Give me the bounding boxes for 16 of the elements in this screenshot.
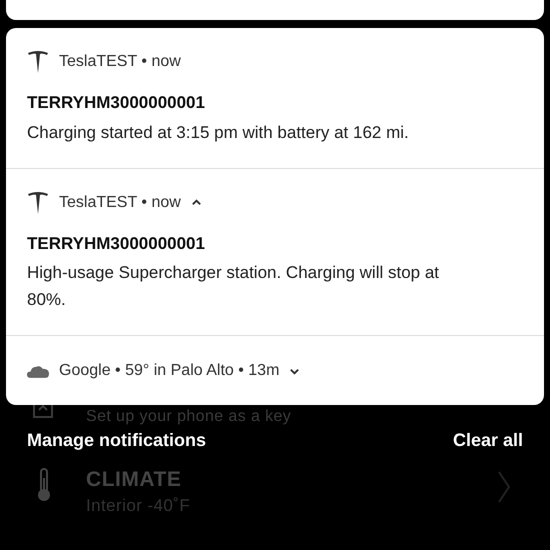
weather-summary: Google • 59° in Palo Alto • 13m bbox=[59, 361, 280, 381]
phone-icon bbox=[33, 404, 53, 418]
thermometer-icon bbox=[37, 468, 51, 502]
notification-body: Charging started at 3:15 pm with battery at 162 mi. bbox=[27, 122, 410, 144]
t-logo-icon bbox=[27, 190, 49, 214]
notification-title: TERRYHM3000000001 bbox=[27, 232, 206, 254]
chevron-right-icon bbox=[497, 470, 511, 504]
key-setup-label: Set up your phone as a key bbox=[86, 408, 292, 426]
climate-title: CLIMATE bbox=[86, 467, 182, 493]
notification-title: TERRYHM3000000001 bbox=[27, 92, 206, 114]
clear-all-button[interactable]: Clear all bbox=[452, 430, 523, 450]
notification-header: TeslaTEST • now bbox=[59, 192, 181, 212]
notification-header: TeslaTEST • now bbox=[59, 52, 181, 72]
cloud-icon bbox=[27, 364, 49, 378]
notification-body: High-usage Supercharger station. Charging will stop at 80%. bbox=[27, 262, 440, 311]
manage-notifications-button[interactable]: Manage notifications bbox=[27, 430, 206, 450]
